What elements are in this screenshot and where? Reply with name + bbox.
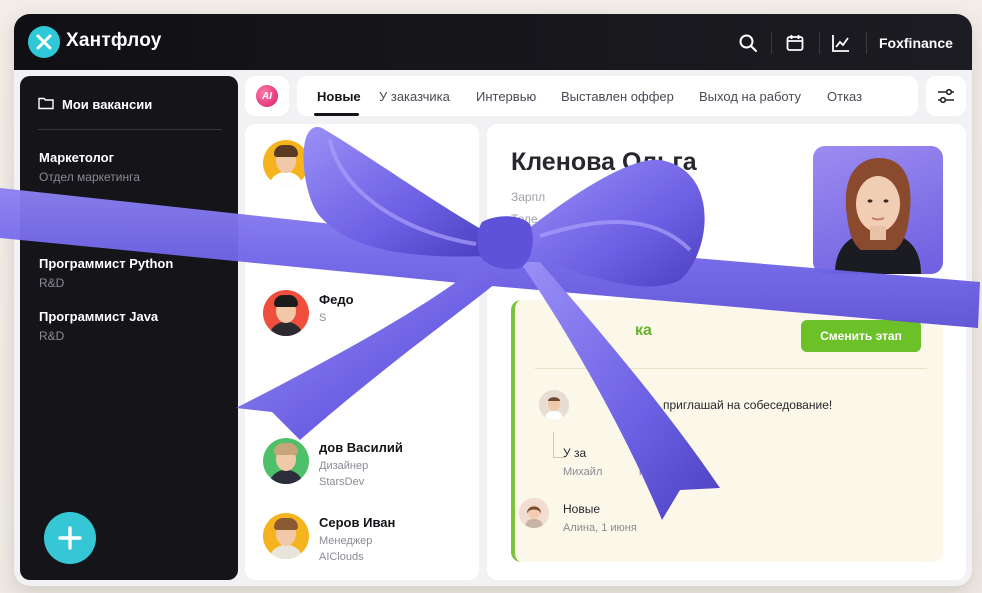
candidate-name: Федо: [319, 292, 354, 307]
event-stage: У за: [563, 446, 587, 460]
filter-icon: [938, 88, 954, 104]
list-item[interactable]: Пла Ja: [263, 140, 344, 186]
candidate-role: Менеджер: [319, 535, 373, 547]
ai-badge-label: AI: [256, 85, 278, 107]
vacancy-dept: R&D: [39, 276, 65, 290]
divider: [38, 129, 222, 130]
my-vacancies-label: Мои вакансии: [62, 97, 153, 112]
event-author: Михайл: [563, 466, 603, 478]
avatar: [519, 498, 549, 528]
candidate-company: Ja: [319, 162, 331, 174]
separator: [819, 32, 820, 54]
salary-label: Зарпл: [511, 190, 546, 204]
list-item[interactable]: ce: [315, 400, 327, 422]
chart-icon[interactable]: [830, 32, 852, 54]
list-item[interactable]: дов Василий Дизайнер StarsDev: [263, 438, 403, 488]
add-vacancy-button[interactable]: [44, 512, 96, 564]
event-author: Алина, 1 июня: [563, 522, 637, 534]
avatar: [263, 290, 309, 336]
logo-icon[interactable]: [28, 26, 60, 58]
my-vacancies-header[interactable]: Мои вакансии: [38, 96, 152, 113]
active-tab-indicator: [314, 113, 359, 116]
separator: [771, 32, 772, 54]
stage-tabs: Новые У заказчика Интервью Выставлен офф…: [297, 76, 918, 116]
folder-icon: [38, 96, 54, 113]
event-author-tail: ня: [639, 466, 652, 478]
vacancy-title: Программист Java: [39, 309, 159, 324]
candidate-role: Дизайнер: [319, 460, 369, 472]
candidate-role: S: [319, 312, 327, 324]
avatar: [263, 438, 309, 484]
current-stage-label: ка: [635, 322, 652, 339]
tab-rejected[interactable]: Отказ: [827, 89, 862, 104]
phone-label: Теле: [511, 212, 538, 226]
separator: [866, 32, 867, 54]
avatar: [263, 140, 309, 186]
sidebar: Мои вакансии Маркетолог Отдел маркетинга…: [20, 76, 238, 580]
ai-assistant-button[interactable]: AI: [245, 76, 289, 116]
list-item[interactable]: Серов Иван Менеджер AIClouds: [263, 513, 395, 563]
divider: [535, 368, 927, 369]
candidate-detail: Кленова Ольга Зарпл Теле ка Сменить этап…: [487, 124, 966, 580]
event-stage: Новые: [563, 502, 601, 516]
candidate-company: StarsDev: [319, 476, 365, 488]
event-comment: приглашай на собеседование!: [663, 398, 833, 412]
tab-offer[interactable]: Выставлен оффер: [561, 89, 674, 104]
app-window: Хантфлоу Foxfinance Мои вакансии Маркето…: [14, 14, 972, 586]
vacancy-dept: Отдел маркетинга: [39, 170, 140, 184]
candidate-photo: [813, 146, 943, 274]
account-name[interactable]: Foxfinance: [879, 35, 953, 51]
candidate-name: дов Василий: [319, 440, 403, 455]
candidate-list: Пла Ja Федо S ce дов Василий Дизайнер St…: [245, 124, 479, 580]
vacancy-dept: R&D: [39, 329, 65, 343]
candidate-full-name: Кленова Ольга: [511, 148, 697, 176]
tab-interview[interactable]: Интервью: [476, 89, 536, 104]
change-stage-button[interactable]: Сменить этап: [801, 320, 921, 352]
plus-icon: [58, 526, 82, 550]
avatar: [539, 390, 569, 420]
candidate-name: Пла: [319, 142, 344, 157]
brand-name: Хантфлоу: [66, 30, 162, 51]
tab-new[interactable]: Новые: [317, 89, 361, 104]
sidebar-item-marketer[interactable]: Маркетолог Отдел маркетинга: [39, 150, 140, 184]
vacancy-title: Программист Python: [39, 256, 174, 271]
top-bar: Хантфлоу Foxfinance: [14, 14, 972, 70]
search-icon[interactable]: [737, 32, 759, 54]
stage-card: ка Сменить этап приглашай на собеседован…: [511, 300, 943, 562]
list-item[interactable]: Федо S: [263, 290, 354, 336]
candidate-name: Серов Иван: [319, 515, 396, 530]
sidebar-item-python[interactable]: Программист Python R&D: [39, 256, 173, 290]
tab-at-client[interactable]: У заказчика: [379, 89, 450, 104]
filter-button[interactable]: [926, 76, 966, 116]
candidate-company: ce: [315, 410, 327, 422]
avatar: [263, 513, 309, 559]
tab-onboarding[interactable]: Выход на работу: [699, 89, 801, 104]
candidate-company: AIClouds: [319, 551, 364, 563]
calendar-icon[interactable]: [784, 32, 806, 54]
sidebar-item-java[interactable]: Программист Java R&D: [39, 309, 158, 343]
vacancy-title: Маркетолог: [39, 150, 114, 165]
